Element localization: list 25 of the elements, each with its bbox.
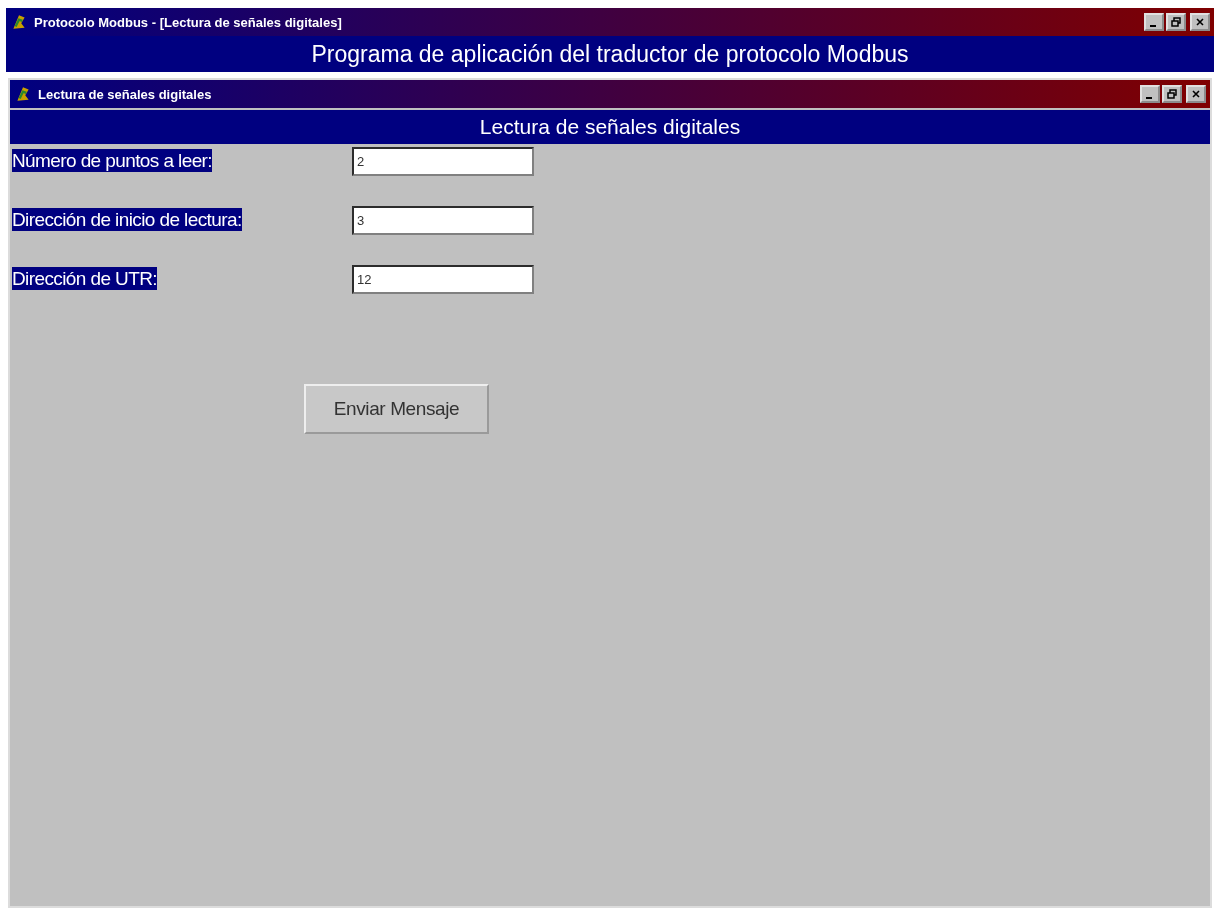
input-field[interactable]: 3 (352, 205, 534, 235)
close-icon (1191, 89, 1201, 99)
close-icon (1195, 17, 1205, 27)
restore-icon (1167, 89, 1177, 99)
close-button[interactable] (1190, 13, 1210, 31)
window-title: Protocolo Modbus - [Lectura de señales digitales] (34, 14, 342, 30)
restore-icon (1171, 17, 1181, 27)
field-label: Dirección de UTR: (12, 267, 157, 290)
restore-button[interactable] (1162, 85, 1182, 103)
child-window-title: Lectura de señales digitales (38, 86, 212, 102)
minimize-icon (1146, 96, 1152, 99)
close-button[interactable] (1186, 85, 1206, 103)
send-button[interactable]: Enviar Mensaje (304, 384, 489, 434)
field-label: Número de puntos a leer: (12, 149, 212, 172)
minimize-button[interactable] (1144, 13, 1164, 31)
form-heading: Lectura de señales digitales (479, 115, 741, 139)
input-field[interactable]: 12 (352, 264, 534, 294)
app-icon (10, 13, 28, 31)
minimize-icon (1150, 24, 1156, 27)
input-field[interactable]: 2 (352, 146, 534, 176)
banner-title: Programa de aplicación del traductor de protocolo Modbus (311, 40, 909, 68)
field-label: Dirección de inicio de lectura: (12, 208, 242, 231)
restore-button[interactable] (1166, 13, 1186, 31)
app-icon (14, 85, 32, 103)
minimize-button[interactable] (1140, 85, 1160, 103)
